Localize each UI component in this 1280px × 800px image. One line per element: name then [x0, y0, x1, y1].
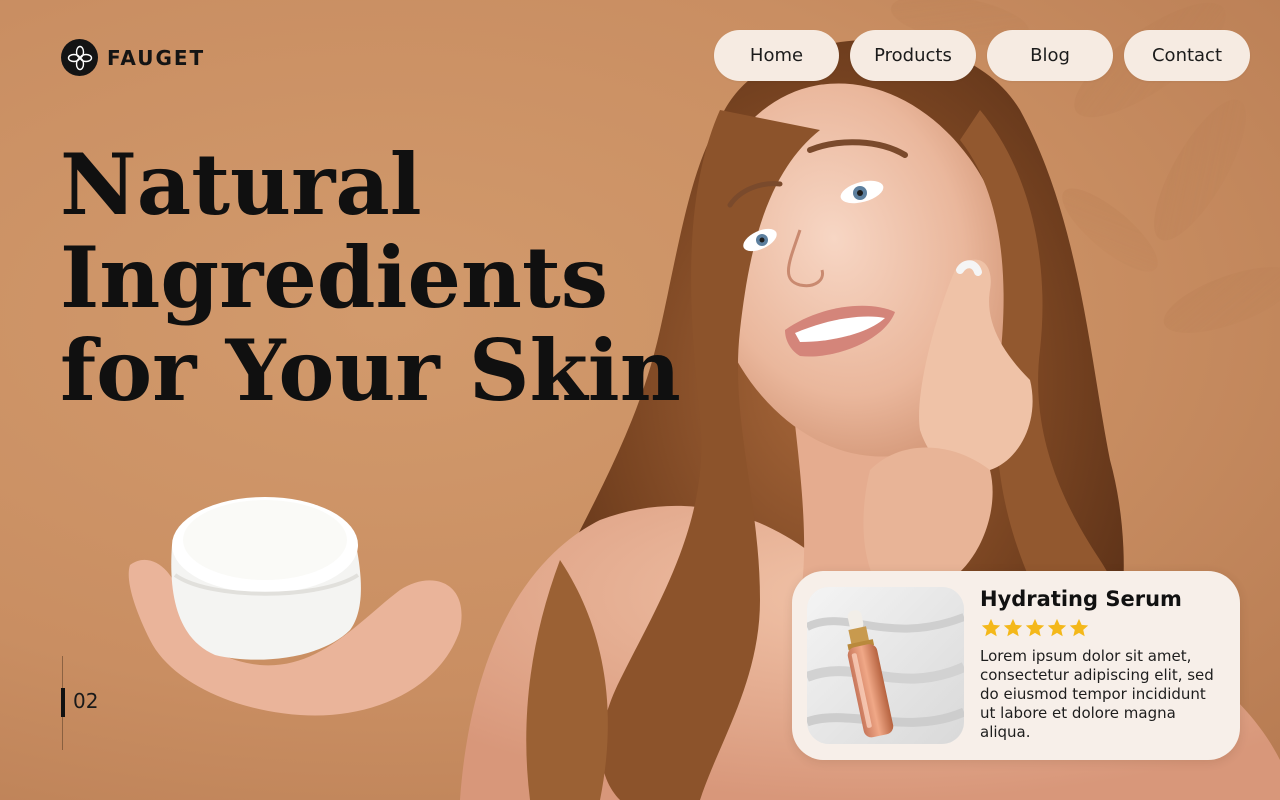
slide-number: 02	[73, 689, 99, 713]
main-nav: Home Products Blog Contact	[714, 30, 1250, 81]
flower-logo-icon	[61, 39, 98, 76]
slide-indicator-active	[61, 688, 65, 717]
star-icon	[981, 618, 1001, 637]
brand-name: FAUGET	[107, 45, 206, 70]
star-icon	[1069, 618, 1089, 637]
headline-line-3: for Your Skin	[60, 321, 681, 420]
nav-products[interactable]: Products	[850, 30, 976, 81]
product-rating	[980, 617, 1090, 639]
nav-contact[interactable]: Contact	[1124, 30, 1250, 81]
product-card[interactable]: Hydrating Serum Lorem ipsum dolor sit am…	[792, 571, 1240, 760]
cream-jar	[171, 497, 361, 660]
product-description: Lorem ipsum dolor sit amet, consectetur …	[980, 647, 1214, 741]
star-icon	[1003, 618, 1023, 637]
nav-blog[interactable]: Blog	[987, 30, 1113, 81]
star-icon	[1047, 618, 1067, 637]
product-title: Hydrating Serum	[980, 587, 1182, 611]
headline-line-2: Ingredients	[60, 228, 609, 327]
hero-section: FAUGET Home Products Blog Contact Natura…	[0, 0, 1280, 800]
hero-headline: Natural Ingredients for Your Skin	[60, 138, 700, 417]
brand[interactable]: FAUGET	[61, 39, 205, 76]
serum-dropper-bottle-photo	[807, 587, 964, 744]
star-icon	[1025, 618, 1045, 637]
headline-line-1: Natural	[60, 135, 422, 234]
nav-home[interactable]: Home	[714, 30, 839, 81]
